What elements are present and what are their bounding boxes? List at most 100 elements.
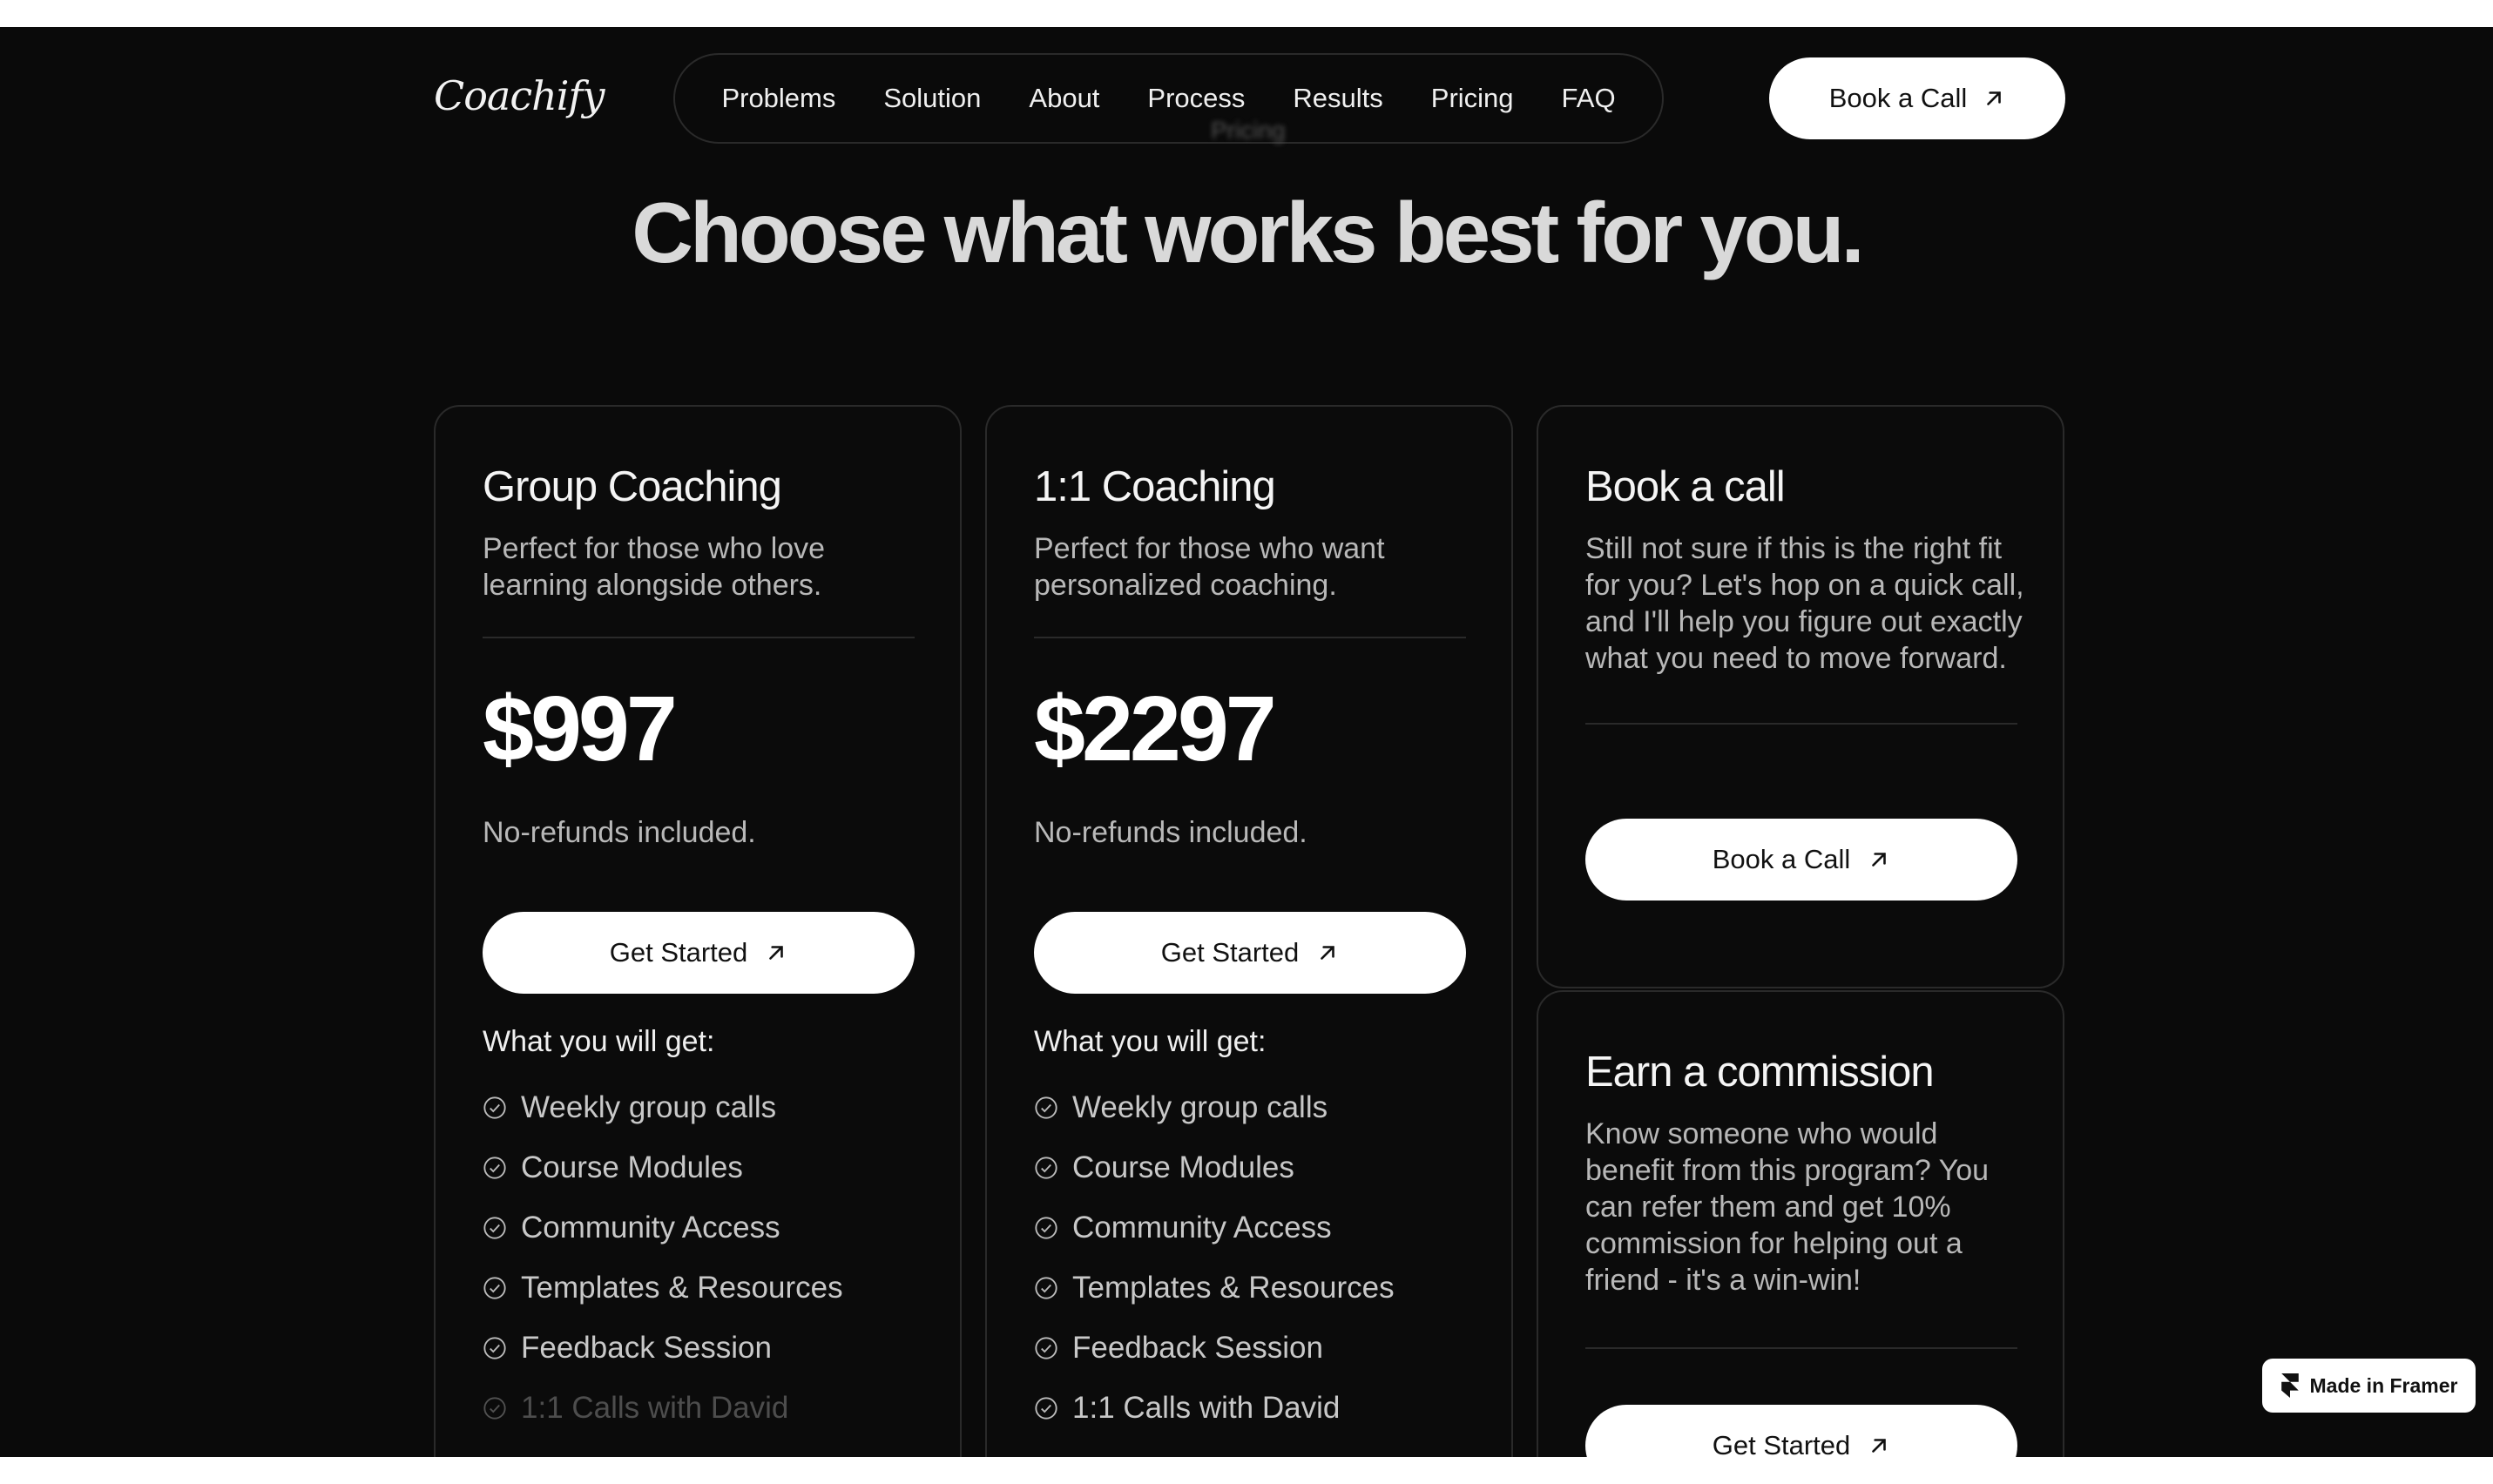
- feature-item: Weekly group calls: [1034, 1077, 1395, 1137]
- plan-subtitle-line: learning alongside others.: [483, 569, 822, 602]
- plan-subtitle-line: Perfect for those who want: [1034, 532, 1385, 565]
- get-started-label: Get Started: [1160, 937, 1300, 968]
- nav-item-solution[interactable]: Solution: [883, 83, 981, 114]
- arrow-up-right-icon: [1321, 946, 1335, 960]
- check-circle-icon: [1035, 1096, 1057, 1119]
- nav-item-problems[interactable]: Problems: [721, 83, 835, 114]
- arrow-up-right-icon: [1872, 853, 1887, 867]
- feature-item: Feedback Session: [1034, 1318, 1395, 1378]
- nav-item-process[interactable]: Process: [1147, 83, 1245, 114]
- card-title: Book a call: [1585, 463, 1786, 510]
- badge-label: Made in Framer: [2309, 1373, 2458, 1397]
- brand-logo[interactable]: Coachify: [434, 72, 605, 119]
- nav-item-results[interactable]: Results: [1293, 83, 1382, 114]
- feature-item: Community Access: [483, 1197, 843, 1258]
- feature-label: 1:1 Calls with David: [521, 1390, 789, 1425]
- feature-item: Templates & Resources: [1034, 1258, 1395, 1318]
- plan-subtitle-line: personalized coaching.: [1034, 569, 1337, 602]
- plan-subtitle: Perfect for those who love learning alon…: [483, 530, 825, 604]
- framer-logo-icon: [2280, 1373, 2299, 1398]
- arrow-up-right-icon: [1987, 91, 2002, 105]
- feature-item: 1:1 Calls with David: [1034, 1378, 1395, 1438]
- check-circle-icon: [1035, 1336, 1057, 1359]
- feature-label: 1:1 Calls with David: [1072, 1390, 1341, 1425]
- plan-card-group: Group Coaching Perfect for those who lov…: [434, 405, 962, 1457]
- feature-item: Feedback Session: [483, 1318, 843, 1378]
- get-started-label: Get Started: [609, 937, 748, 968]
- pricing-page: Coachify Problems Solution About Process…: [0, 27, 2493, 1457]
- card-description-line: benefit from this program? You: [1585, 1154, 1990, 1187]
- feature-item-excluded: 1:1 Calls with David: [483, 1378, 843, 1438]
- divider: [1585, 1347, 2017, 1349]
- main-nav: Problems Solution About Process Results …: [673, 53, 1664, 144]
- card-description-line: friend - it's a win-win!: [1585, 1264, 1861, 1297]
- check-circle-icon: [483, 1396, 506, 1420]
- feature-item: Weekly group calls: [483, 1077, 843, 1137]
- arrow-up-right-icon: [1872, 1439, 1887, 1453]
- plan-subtitle: Perfect for those who want personalized …: [1034, 530, 1385, 604]
- card-description-line: can refer them and get 10%: [1585, 1191, 1951, 1224]
- card-description: Know someone who would benefit from this…: [1585, 1116, 1989, 1298]
- card-description-line: for you? Let's hop on a quick call,: [1585, 569, 2024, 602]
- commission-card: Earn a commission Know someone who would…: [1537, 990, 2064, 1457]
- get-started-label: Get Started: [1712, 1430, 1851, 1457]
- check-circle-icon: [483, 1216, 506, 1239]
- nav-hover-ghost-label: Pricing: [1211, 117, 1286, 144]
- plan-price-note: No-refunds included.: [483, 816, 756, 849]
- feature-item: Community Access: [1034, 1197, 1395, 1258]
- plan-price: $997: [483, 678, 678, 780]
- feature-label: Templates & Resources: [521, 1270, 843, 1305]
- check-circle-icon: [483, 1156, 506, 1179]
- plan-subtitle-line: Perfect for those who love: [483, 532, 826, 565]
- nav-item-faq[interactable]: FAQ: [1562, 83, 1616, 114]
- card-description: Still not sure if this is the right fit …: [1585, 530, 2024, 677]
- card-description-line: commission for helping out a: [1585, 1227, 1963, 1260]
- header-book-call-label: Book a Call: [1828, 83, 1968, 113]
- feature-item: Templates & Resources: [483, 1258, 843, 1318]
- book-call-button[interactable]: Book a Call: [1585, 819, 2017, 901]
- made-in-framer-badge[interactable]: Made in Framer: [2262, 1359, 2476, 1413]
- header-book-call-button[interactable]: Book a Call: [1769, 57, 2065, 139]
- feature-label: Course Modules: [521, 1150, 743, 1184]
- feature-label: Feedback Session: [1072, 1330, 1323, 1365]
- feature-label: Templates & Resources: [1072, 1270, 1395, 1305]
- check-circle-icon: [1035, 1156, 1057, 1179]
- plan-title: Group Coaching: [483, 463, 782, 510]
- divider: [1585, 723, 2017, 725]
- features-list: Weekly group calls Course Modules Commun…: [483, 1077, 843, 1438]
- plan-card-one-on-one: 1:1 Coaching Perfect for those who want …: [985, 405, 1513, 1457]
- features-title: What you will get:: [1034, 1025, 1267, 1058]
- get-started-button[interactable]: Get Started: [1034, 912, 1466, 994]
- divider: [1034, 637, 1466, 638]
- card-description-line: what you need to move forward.: [1585, 642, 2007, 675]
- plan-title: 1:1 Coaching: [1034, 463, 1276, 510]
- feature-label: Community Access: [521, 1210, 780, 1245]
- feature-label: Feedback Session: [521, 1330, 772, 1365]
- check-circle-icon: [1035, 1216, 1057, 1239]
- features-list: Weekly group calls Course Modules Commun…: [1034, 1077, 1395, 1438]
- book-call-card: Book a call Still not sure if this is th…: [1537, 405, 2064, 988]
- book-call-label: Book a Call: [1712, 844, 1851, 874]
- card-description-line: and I'll help you figure out exactly: [1585, 605, 2023, 638]
- feature-item: Course Modules: [483, 1137, 843, 1197]
- card-description-line: Still not sure if this is the right fit: [1585, 532, 2003, 565]
- features-title: What you will get:: [483, 1025, 715, 1058]
- plan-price-note: No-refunds included.: [1034, 816, 1307, 849]
- check-circle-icon: [1035, 1276, 1057, 1299]
- arrow-up-right-icon: [769, 946, 784, 960]
- nav-item-pricing[interactable]: Pricing: [1431, 83, 1514, 114]
- check-circle-icon: [1035, 1396, 1057, 1420]
- check-circle-icon: [483, 1096, 506, 1119]
- feature-label: Weekly group calls: [1072, 1089, 1328, 1124]
- check-circle-icon: [483, 1336, 506, 1359]
- nav-item-about[interactable]: About: [1029, 83, 1099, 114]
- feature-label: Community Access: [1072, 1210, 1332, 1245]
- check-circle-icon: [483, 1276, 506, 1299]
- page-headline: Choose what works best for you.: [632, 185, 1865, 280]
- commission-get-started-button[interactable]: Get Started: [1585, 1405, 2017, 1457]
- feature-label: Weekly group calls: [521, 1089, 777, 1124]
- get-started-button[interactable]: Get Started: [483, 912, 915, 994]
- card-title: Earn a commission: [1585, 1049, 1935, 1096]
- divider: [483, 637, 915, 638]
- plan-price: $2297: [1034, 678, 1277, 780]
